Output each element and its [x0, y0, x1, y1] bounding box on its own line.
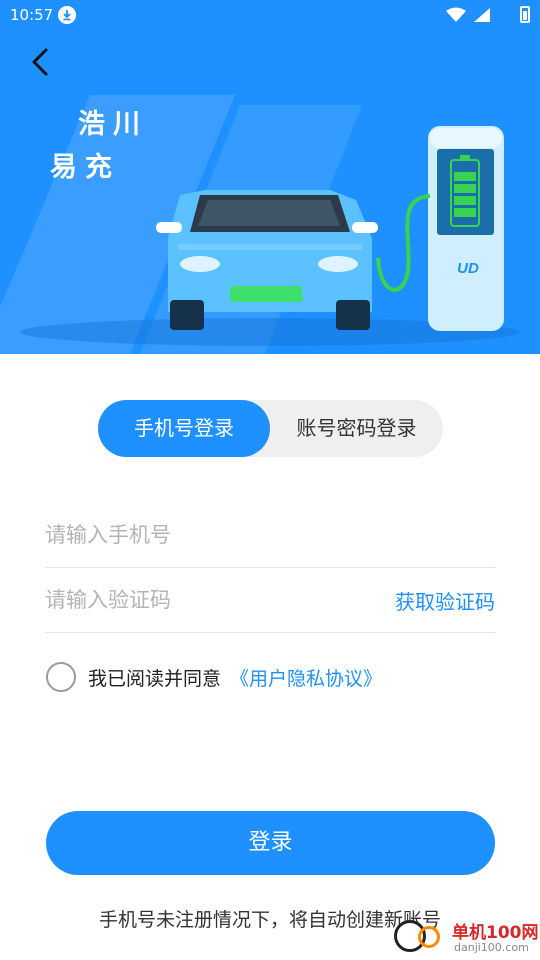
- phone-input[interactable]: [45, 517, 375, 553]
- back-arrow-icon[interactable]: [22, 42, 62, 82]
- privacy-agreement-link[interactable]: 《用户隐私协议》: [230, 664, 382, 691]
- status-time: 10:57: [10, 6, 54, 24]
- watermark-url: danji100.com: [454, 941, 529, 954]
- login-method-tabs: 手机号登录 账号密码登录: [98, 400, 443, 457]
- site-watermark: 单机100网 danji100.com: [392, 916, 540, 960]
- download-icon: [58, 6, 76, 24]
- tab-account-password-login[interactable]: 账号密码登录: [270, 400, 443, 457]
- status-bar: 10:57: [0, 0, 540, 30]
- agreement-checkbox[interactable]: [46, 662, 76, 692]
- battery-icon: [520, 6, 530, 23]
- signal-wifi-icon: [446, 7, 490, 22]
- watermark-ring-icon: [418, 926, 440, 948]
- login-button[interactable]: 登录: [46, 811, 495, 875]
- brand-title-line2: 易充: [50, 152, 120, 183]
- station-logo: UD: [457, 260, 479, 277]
- tab-phone-login[interactable]: 手机号登录: [98, 400, 270, 457]
- watermark-text: 单机100网: [452, 923, 539, 943]
- agreement-text: 我已阅读并同意: [88, 668, 222, 690]
- verification-code-input[interactable]: [45, 582, 375, 618]
- code-field: 获取验证码: [45, 568, 495, 633]
- get-code-button[interactable]: 获取验证码: [395, 586, 495, 615]
- hero-banner: UD 浩川 易充: [0, 0, 540, 354]
- brand-title-line1: 浩川: [78, 109, 148, 140]
- phone-field: [45, 503, 495, 568]
